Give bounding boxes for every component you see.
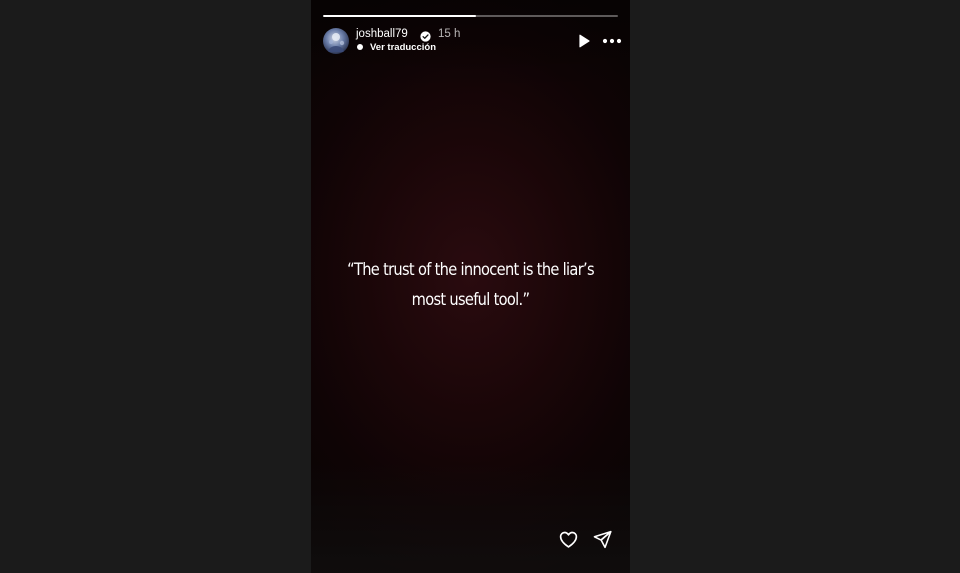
page: joshball79 15 h Ver traducción “The trus… (0, 0, 960, 573)
story-viewer[interactable]: joshball79 15 h Ver traducción “The trus… (311, 0, 630, 573)
avatar-image (328, 33, 345, 52)
story-progress-bar (323, 15, 618, 17)
story-header: joshball79 15 h Ver traducción (323, 28, 622, 56)
story-quote-text: “The trust of the innocent is the liar’s… (347, 260, 595, 310)
story-timestamp: 15 h (438, 28, 461, 40)
translate-indicator-dot (357, 44, 363, 50)
bottom-shade (311, 463, 630, 573)
play-icon[interactable] (576, 33, 592, 49)
heart-icon[interactable] (558, 529, 579, 550)
avatar[interactable] (323, 28, 349, 54)
more-options-icon[interactable] (601, 33, 623, 49)
see-translation-link[interactable]: Ver traducción (370, 42, 436, 53)
story-progress-fill (323, 15, 477, 17)
username-link[interactable]: joshball79 (356, 28, 408, 41)
send-icon[interactable] (592, 529, 613, 550)
verified-badge-icon (420, 29, 431, 42)
